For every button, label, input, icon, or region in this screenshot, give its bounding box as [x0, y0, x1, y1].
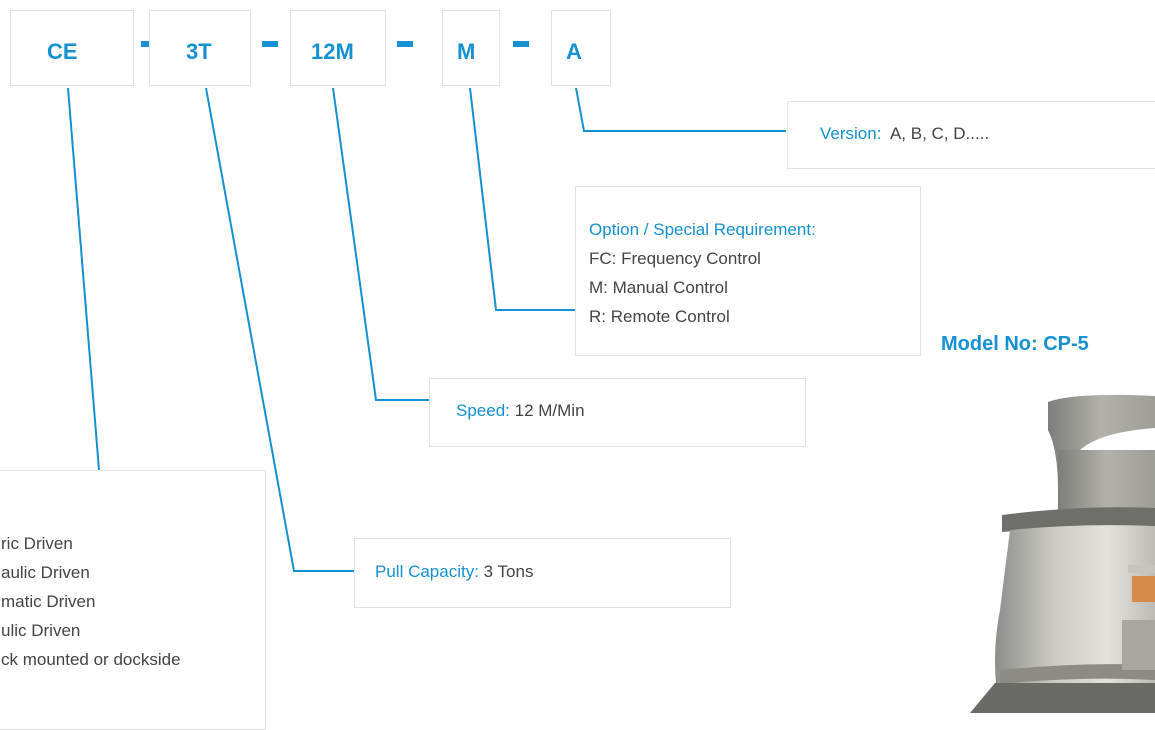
code-separator — [262, 41, 278, 47]
option-item-r: R: Remote Control — [589, 307, 730, 326]
code-a: A — [566, 39, 582, 64]
code-3t: 3T — [186, 39, 212, 64]
connector-option — [469, 87, 578, 311]
option-box: Option / Special Requirement: FC: Freque… — [575, 186, 921, 356]
version-value: A, B, C, D..... — [889, 124, 990, 143]
code-box-3t: 3T — [149, 10, 251, 86]
code-box-ce: CE — [10, 10, 134, 86]
code-ce: CE — [47, 39, 78, 64]
version-label: Version: — [820, 124, 882, 143]
drive-item: ric Driven — [1, 534, 73, 553]
connector-speed — [332, 87, 430, 401]
connector-drive — [67, 87, 100, 471]
connector-version — [575, 87, 786, 132]
code-separator — [397, 41, 413, 47]
drive-item: ulic Driven — [1, 621, 81, 640]
capstan-photo — [970, 394, 1155, 713]
model-title: Model No: CP-5 — [941, 333, 1089, 355]
speed-label: Speed: — [456, 401, 510, 420]
pull-value: 3 Tons — [483, 562, 534, 581]
code-box-12m: 12M — [290, 10, 386, 86]
drive-item: matic Driven — [1, 592, 96, 611]
pull-label: Pull Capacity: — [375, 562, 479, 581]
code-box-m: M — [442, 10, 500, 86]
speed-box: Speed: 12 M/Min — [429, 378, 806, 447]
pull-capacity-box: Pull Capacity: 3 Tons — [354, 538, 731, 608]
option-title: Option / Special Requirement: — [589, 220, 816, 239]
code-m: M — [457, 39, 476, 64]
code-box-a: A — [551, 10, 611, 86]
version-box: Version: A, B, C, D..... — [787, 101, 1155, 169]
drive-item: ck mounted or dockside — [1, 650, 181, 669]
speed-value: 12 M/Min — [514, 401, 585, 420]
drive-type-box: ric Driven aulic Driven matic Driven uli… — [0, 470, 266, 730]
code-12m: 12M — [311, 39, 354, 64]
drive-item: aulic Driven — [1, 563, 90, 582]
option-item-fc: FC: Frequency Control — [589, 249, 761, 268]
option-item-m: M: Manual Control — [589, 278, 728, 297]
code-separator — [513, 41, 529, 47]
